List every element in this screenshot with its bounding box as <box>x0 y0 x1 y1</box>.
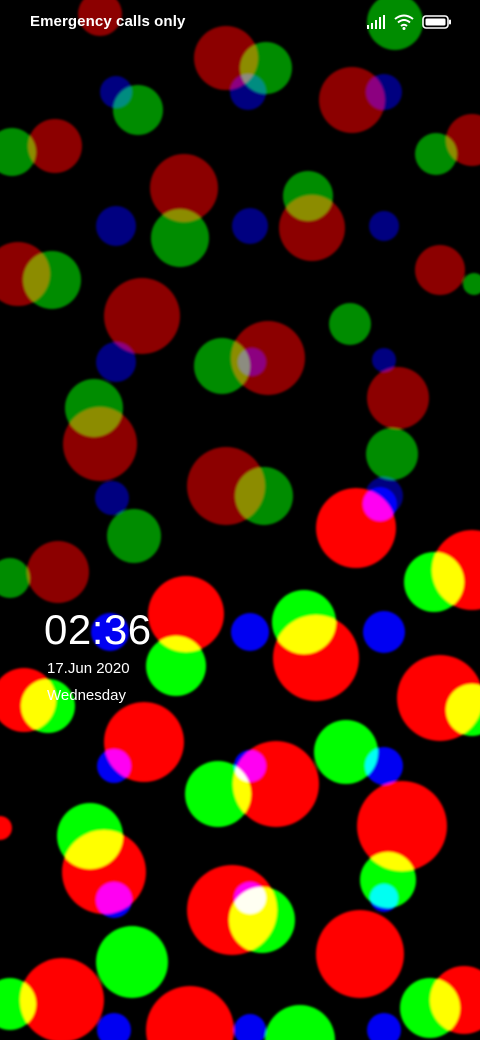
wifi-icon <box>394 14 414 30</box>
bokeh-wallpaper <box>0 0 480 1040</box>
bokeh-dot-blue <box>234 882 266 914</box>
carrier-label: Emergency calls only <box>30 13 186 30</box>
bokeh-dot-green <box>235 467 293 525</box>
bokeh-dot-green <box>146 636 206 696</box>
bokeh-dot-green <box>404 552 464 612</box>
bokeh-dot-blue <box>363 611 405 653</box>
bokeh-dot-blue <box>234 750 266 782</box>
bokeh-dot-red <box>316 910 404 998</box>
bokeh-dot-blue <box>370 884 398 912</box>
bokeh-dot-red <box>367 367 429 429</box>
bokeh-dot-red <box>279 195 345 261</box>
bokeh-dot-blue <box>234 1014 266 1040</box>
bokeh-dot-red <box>146 986 234 1040</box>
status-bar: Emergency calls only <box>0 0 480 44</box>
bokeh-dot-green <box>329 303 371 345</box>
bokeh-dot-blue <box>238 348 266 376</box>
bokeh-dot-blue <box>96 342 136 382</box>
status-icons <box>366 12 452 32</box>
bokeh-dot-blue <box>363 487 397 521</box>
battery-icon <box>422 15 451 29</box>
bokeh-dot-blue <box>96 882 132 918</box>
bokeh-dot-red <box>28 119 82 173</box>
bokeh-dot-blue <box>230 74 266 110</box>
lock-screen: Emergency calls only 02:36 17.Jun 2020 W… <box>0 0 480 1040</box>
bokeh-dot-green <box>113 85 163 135</box>
bokeh-dot-blue <box>96 206 136 246</box>
bokeh-dot-blue <box>95 481 129 515</box>
bokeh-dot-blue <box>367 1013 401 1040</box>
bokeh-dot-red <box>273 615 359 701</box>
bokeh-dot-blue <box>97 749 131 783</box>
bokeh-dot-green <box>265 1005 335 1040</box>
bokeh-dot-red <box>0 816 12 840</box>
bokeh-dot-green <box>151 209 209 267</box>
bokeh-dot-green <box>107 509 161 563</box>
clock-time: 02:36 <box>44 606 152 653</box>
bokeh-dot-blue <box>97 1013 131 1040</box>
bokeh-dot-blue <box>366 74 402 110</box>
bokeh-dot-blue <box>365 747 403 785</box>
bokeh-dot-blue <box>369 211 399 241</box>
bokeh-dot-green <box>366 428 418 480</box>
bokeh-dot-blue <box>231 613 269 651</box>
bokeh-dot-green <box>463 273 480 295</box>
bokeh-dot-red <box>415 245 465 295</box>
clock-weekday: Wednesday <box>47 687 126 704</box>
bokeh-dot-red <box>63 407 137 481</box>
clock-widget: 02:36 17.Jun 2020 Wednesday <box>44 606 152 704</box>
bokeh-dot-red <box>27 541 89 603</box>
bokeh-dot-green <box>96 926 168 998</box>
bokeh-dot-green <box>0 558 30 598</box>
bokeh-dot-green <box>23 251 81 309</box>
bokeh-dot-blue <box>232 208 268 244</box>
clock-date: 17.Jun 2020 <box>47 660 130 677</box>
signal-bars-icon <box>367 15 385 29</box>
